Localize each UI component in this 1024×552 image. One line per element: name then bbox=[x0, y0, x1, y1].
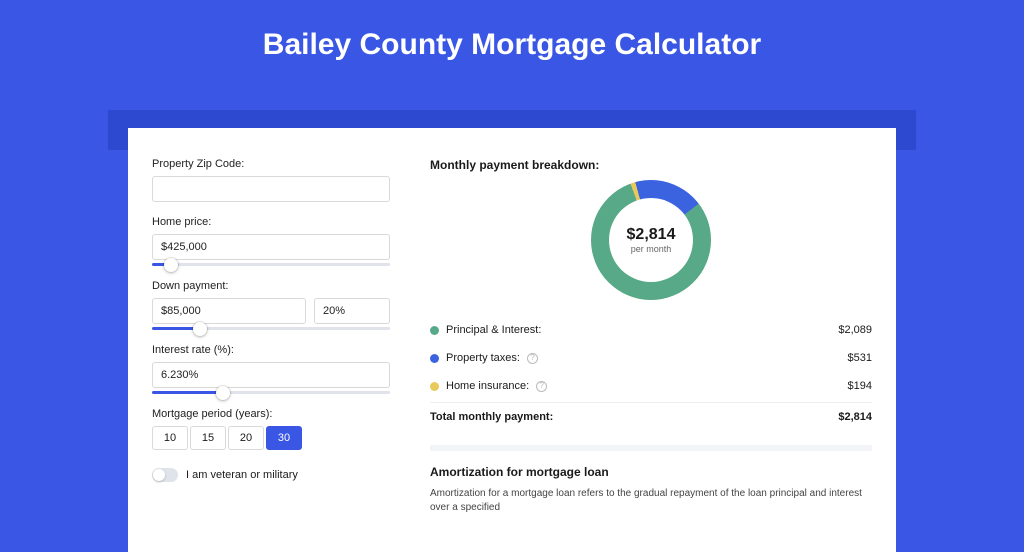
zip-input[interactable] bbox=[152, 176, 390, 202]
breakdown-value-insurance: $194 bbox=[848, 380, 872, 392]
veteran-toggle-knob bbox=[153, 469, 165, 481]
swatch-taxes bbox=[430, 354, 439, 363]
period-option-10[interactable]: 10 bbox=[152, 426, 188, 450]
down-payment-amount-input[interactable] bbox=[152, 298, 306, 324]
period-option-15[interactable]: 15 bbox=[190, 426, 226, 450]
veteran-row: I am veteran or military bbox=[152, 468, 406, 482]
down-payment-field: Down payment: bbox=[152, 280, 406, 330]
donut-wrap: $2,814 per month bbox=[430, 180, 872, 300]
zip-label: Property Zip Code: bbox=[152, 158, 406, 170]
amortization-section: Amortization for mortgage loan Amortizat… bbox=[430, 445, 872, 515]
breakdown-panel: Monthly payment breakdown: $2,814 per mo… bbox=[406, 128, 896, 552]
swatch-principal bbox=[430, 326, 439, 335]
home-price-label: Home price: bbox=[152, 216, 406, 228]
interest-rate-field: Interest rate (%): bbox=[152, 344, 406, 394]
breakdown-label-taxes: Property taxes: bbox=[446, 352, 520, 364]
breakdown-row-insurance: Home insurance: ? $194 bbox=[430, 372, 872, 400]
donut-chart: $2,814 per month bbox=[591, 180, 711, 300]
veteran-toggle[interactable] bbox=[152, 468, 178, 482]
mortgage-period-segmented: 10 15 20 30 bbox=[152, 426, 390, 450]
donut-center: $2,814 per month bbox=[609, 198, 693, 282]
home-price-input[interactable] bbox=[152, 234, 390, 260]
mortgage-period-label: Mortgage period (years): bbox=[152, 408, 406, 420]
breakdown-title: Monthly payment breakdown: bbox=[430, 158, 872, 172]
amortization-body: Amortization for a mortgage loan refers … bbox=[430, 487, 872, 515]
breakdown-row-total: Total monthly payment: $2,814 bbox=[430, 402, 872, 431]
interest-rate-slider-knob[interactable] bbox=[216, 386, 230, 400]
form-panel: Property Zip Code: Home price: Down paym… bbox=[128, 128, 406, 552]
breakdown-label-principal: Principal & Interest: bbox=[446, 324, 541, 336]
donut-amount: $2,814 bbox=[627, 226, 676, 244]
down-payment-label: Down payment: bbox=[152, 280, 406, 292]
interest-rate-label: Interest rate (%): bbox=[152, 344, 406, 356]
home-price-slider-knob[interactable] bbox=[164, 258, 178, 272]
down-payment-pct-input[interactable] bbox=[314, 298, 390, 324]
breakdown-total-label: Total monthly payment: bbox=[430, 411, 553, 423]
breakdown-total-value: $2,814 bbox=[838, 411, 872, 423]
zip-field: Property Zip Code: bbox=[152, 158, 406, 202]
breakdown-value-taxes: $531 bbox=[848, 352, 872, 364]
help-icon[interactable]: ? bbox=[527, 353, 538, 364]
calculator-card: Property Zip Code: Home price: Down paym… bbox=[128, 128, 896, 552]
breakdown-value-principal: $2,089 bbox=[838, 324, 872, 336]
mortgage-period-field: Mortgage period (years): 10 15 20 30 bbox=[152, 408, 406, 450]
donut-sub: per month bbox=[631, 244, 672, 254]
swatch-insurance bbox=[430, 382, 439, 391]
veteran-label: I am veteran or military bbox=[186, 469, 298, 481]
home-price-field: Home price: bbox=[152, 216, 406, 266]
period-option-30[interactable]: 30 bbox=[266, 426, 302, 450]
home-price-slider[interactable] bbox=[152, 263, 390, 266]
breakdown-label-insurance: Home insurance: bbox=[446, 380, 529, 392]
amortization-title: Amortization for mortgage loan bbox=[430, 465, 872, 479]
interest-rate-input[interactable] bbox=[152, 362, 390, 388]
page-title: Bailey County Mortgage Calculator bbox=[0, 0, 1024, 80]
interest-rate-slider-fill bbox=[152, 391, 223, 394]
help-icon[interactable]: ? bbox=[536, 381, 547, 392]
period-option-20[interactable]: 20 bbox=[228, 426, 264, 450]
breakdown-row-taxes: Property taxes: ? $531 bbox=[430, 344, 872, 372]
down-payment-slider[interactable] bbox=[152, 327, 390, 330]
breakdown-row-principal: Principal & Interest: $2,089 bbox=[430, 316, 872, 344]
down-payment-slider-knob[interactable] bbox=[193, 322, 207, 336]
interest-rate-slider[interactable] bbox=[152, 391, 390, 394]
